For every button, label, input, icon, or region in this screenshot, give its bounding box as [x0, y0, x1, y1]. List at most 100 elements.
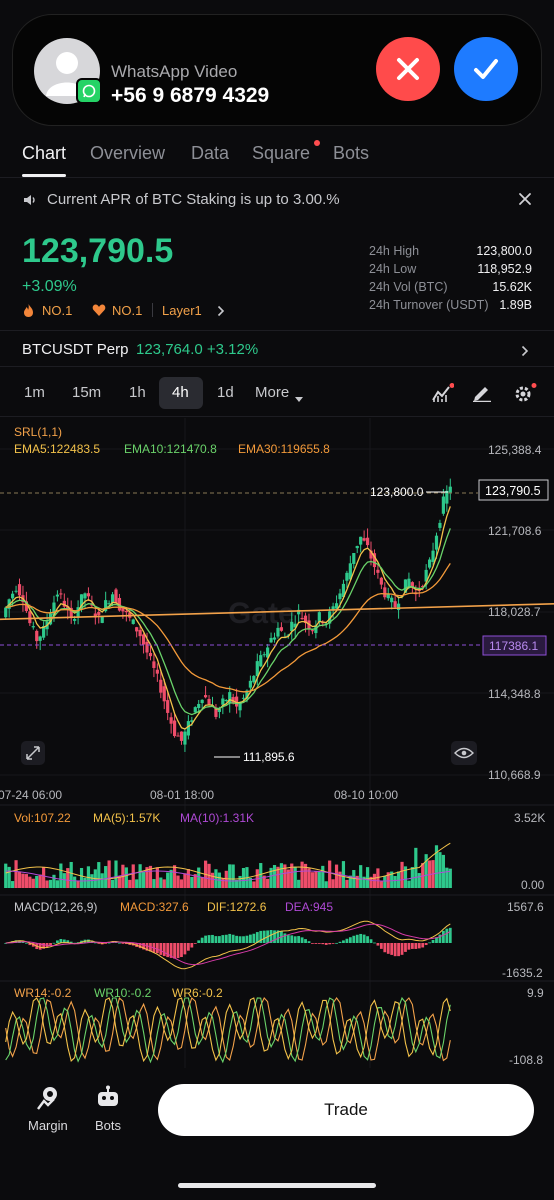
timeframe-15m[interactable]: 15m: [72, 384, 101, 401]
volume-bar: [424, 854, 428, 888]
candle: [434, 535, 439, 550]
candle: [166, 700, 170, 713]
timeframe-1d[interactable]: 1d: [217, 384, 234, 401]
candle: [55, 594, 60, 597]
candle: [197, 703, 201, 709]
vol-label: Vol:107.22: [14, 811, 71, 825]
volume-bar: [362, 876, 366, 888]
candle: [255, 661, 259, 677]
candle: [428, 559, 432, 568]
margin-label[interactable]: Margin: [28, 1118, 68, 1133]
candle: [386, 594, 390, 599]
chevron-right-icon[interactable]: [217, 304, 225, 322]
candle: [279, 627, 284, 631]
accept-call-button[interactable]: [454, 37, 518, 101]
macd-bar: [231, 934, 235, 943]
candle: [186, 721, 190, 736]
candle: [396, 603, 401, 611]
vol-ma10-label: MA(10):1.31K: [180, 811, 254, 825]
robot-icon[interactable]: [96, 1085, 120, 1114]
volume-bar: [221, 878, 225, 888]
timeframe-1h[interactable]: 1h: [129, 384, 146, 401]
volume-bar: [66, 868, 70, 888]
rank-tag[interactable]: NO.1: [42, 303, 72, 318]
divider: [0, 366, 554, 367]
volume-bar: [107, 860, 111, 888]
macd-label: MACD(12,26,9): [14, 900, 97, 914]
candle: [169, 717, 173, 724]
chevron-right-icon[interactable]: [521, 344, 529, 362]
ema10-label: EMA10:121470.8: [124, 442, 217, 456]
candle: [97, 611, 101, 616]
candle: [431, 550, 435, 562]
volume-bar: [79, 867, 84, 888]
stat-value: 123,800.0: [476, 244, 532, 258]
volume-bar: [186, 868, 190, 888]
macd-bar: [369, 939, 373, 943]
candle: [183, 731, 187, 745]
volume-bar: [328, 860, 332, 888]
bots-label[interactable]: Bots: [95, 1118, 121, 1133]
volume-bar: [166, 872, 170, 888]
volume-bar: [190, 876, 194, 888]
chart-watermark: Gate: [228, 597, 295, 630]
volume-bar: [14, 860, 18, 888]
perp-price[interactable]: 123,764.0 +3.12%: [136, 341, 258, 358]
rank-tag[interactable]: NO.1: [112, 303, 142, 318]
timeframe-more[interactable]: More: [255, 384, 289, 401]
margin-icon[interactable]: [36, 1085, 62, 1116]
close-notice-icon[interactable]: [518, 192, 532, 211]
price-chart[interactable]: Gate SRL(1,1) EMA5:122483.5 EMA10:121470…: [0, 418, 554, 1073]
home-indicator[interactable]: [178, 1183, 376, 1188]
macd-bar: [307, 941, 311, 943]
wr-line: [5, 997, 451, 1063]
volume-bar: [114, 860, 118, 888]
macd-bar: [304, 939, 307, 943]
whatsapp-icon: [76, 78, 102, 104]
candle: [310, 630, 315, 632]
trade-button[interactable]: Trade: [158, 1084, 534, 1136]
macd-bar: [324, 943, 328, 945]
volume-bar: [42, 866, 46, 888]
macd-bar: [300, 937, 304, 943]
tab-chart[interactable]: Chart: [22, 143, 66, 164]
tab-square[interactable]: Square: [252, 143, 310, 164]
volume-bar: [35, 875, 39, 888]
decline-call-button[interactable]: [376, 37, 440, 101]
macd-axis-bottom: -1635.2: [502, 966, 543, 980]
settings-icon[interactable]: [513, 383, 537, 408]
candle: [73, 619, 77, 621]
notice-text[interactable]: Current APR of BTC Staking is up to 3.00…: [47, 191, 340, 208]
indicators-icon[interactable]: [432, 383, 455, 408]
macd-bar: [228, 933, 232, 943]
macd-bar: [342, 940, 345, 943]
macd-bar: [207, 935, 211, 943]
caret-down-icon[interactable]: [295, 390, 303, 408]
volume-bar: [62, 873, 66, 888]
candle: [204, 695, 208, 698]
perp-symbol[interactable]: BTCUSDT Perp: [22, 341, 128, 358]
macd-bar: [393, 943, 397, 957]
macd-bar: [180, 943, 183, 958]
category-tag[interactable]: Layer1: [162, 303, 202, 318]
macd-bar: [410, 943, 414, 949]
candle: [438, 522, 442, 528]
macd-bar: [359, 933, 363, 943]
volume-bar: [48, 879, 53, 888]
candle: [17, 584, 22, 596]
volume-bar: [210, 872, 215, 888]
tab-overview[interactable]: Overview: [90, 143, 165, 164]
macd-bar: [317, 943, 321, 944]
tab-bots[interactable]: Bots: [333, 143, 369, 164]
volume-bar: [334, 864, 339, 888]
timeframe-4h[interactable]: 4h: [172, 384, 189, 401]
volume-bar: [110, 879, 115, 888]
volume-bar: [383, 876, 387, 888]
candle: [441, 496, 445, 514]
volume-bar: [438, 852, 442, 888]
tab-data[interactable]: Data: [191, 143, 229, 164]
candle: [141, 634, 146, 645]
candle: [259, 655, 263, 667]
draw-icon[interactable]: [472, 384, 492, 407]
timeframe-1m[interactable]: 1m: [24, 384, 45, 401]
